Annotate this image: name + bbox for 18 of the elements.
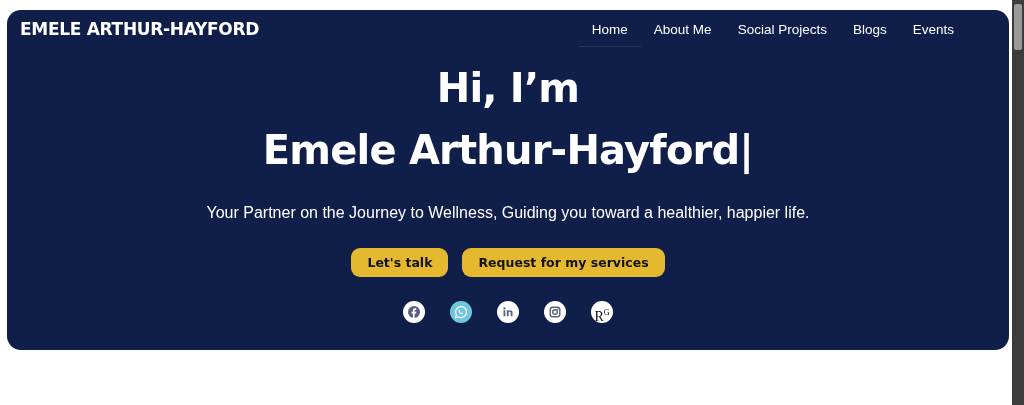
nav-link[interactable]: Events [899,18,967,47]
nav-link[interactable]: About Me [640,18,725,47]
camera-icon[interactable] [544,301,566,323]
talk-button[interactable]: Let's talk [351,248,449,277]
researchgate-link[interactable]: R$^{G}$ [591,301,613,323]
tagline: Your Partner on the Journey to Wellness, Guiding you toward a healthier, happier life. [206,204,810,222]
greeting-heading: Hi, I’m [436,64,580,113]
scrollbar[interactable] [1012,0,1024,405]
nav-link[interactable]: Home [578,18,641,47]
nav-link[interactable]: Social Projects [724,18,840,47]
linkedin-icon[interactable] [497,301,519,323]
facebook-icon[interactable] [403,301,425,323]
request-button[interactable]: Request for my services [462,248,665,277]
scrollbar-thumb[interactable] [1014,4,1022,50]
chat-bubble-icon[interactable] [450,301,472,323]
site-title[interactable]: EMELE ARTHUR-HAYFORD [20,19,260,39]
name-heading: Emele Arthur-Hayford| [262,126,754,176]
nav-link[interactable]: Blogs [839,18,900,47]
